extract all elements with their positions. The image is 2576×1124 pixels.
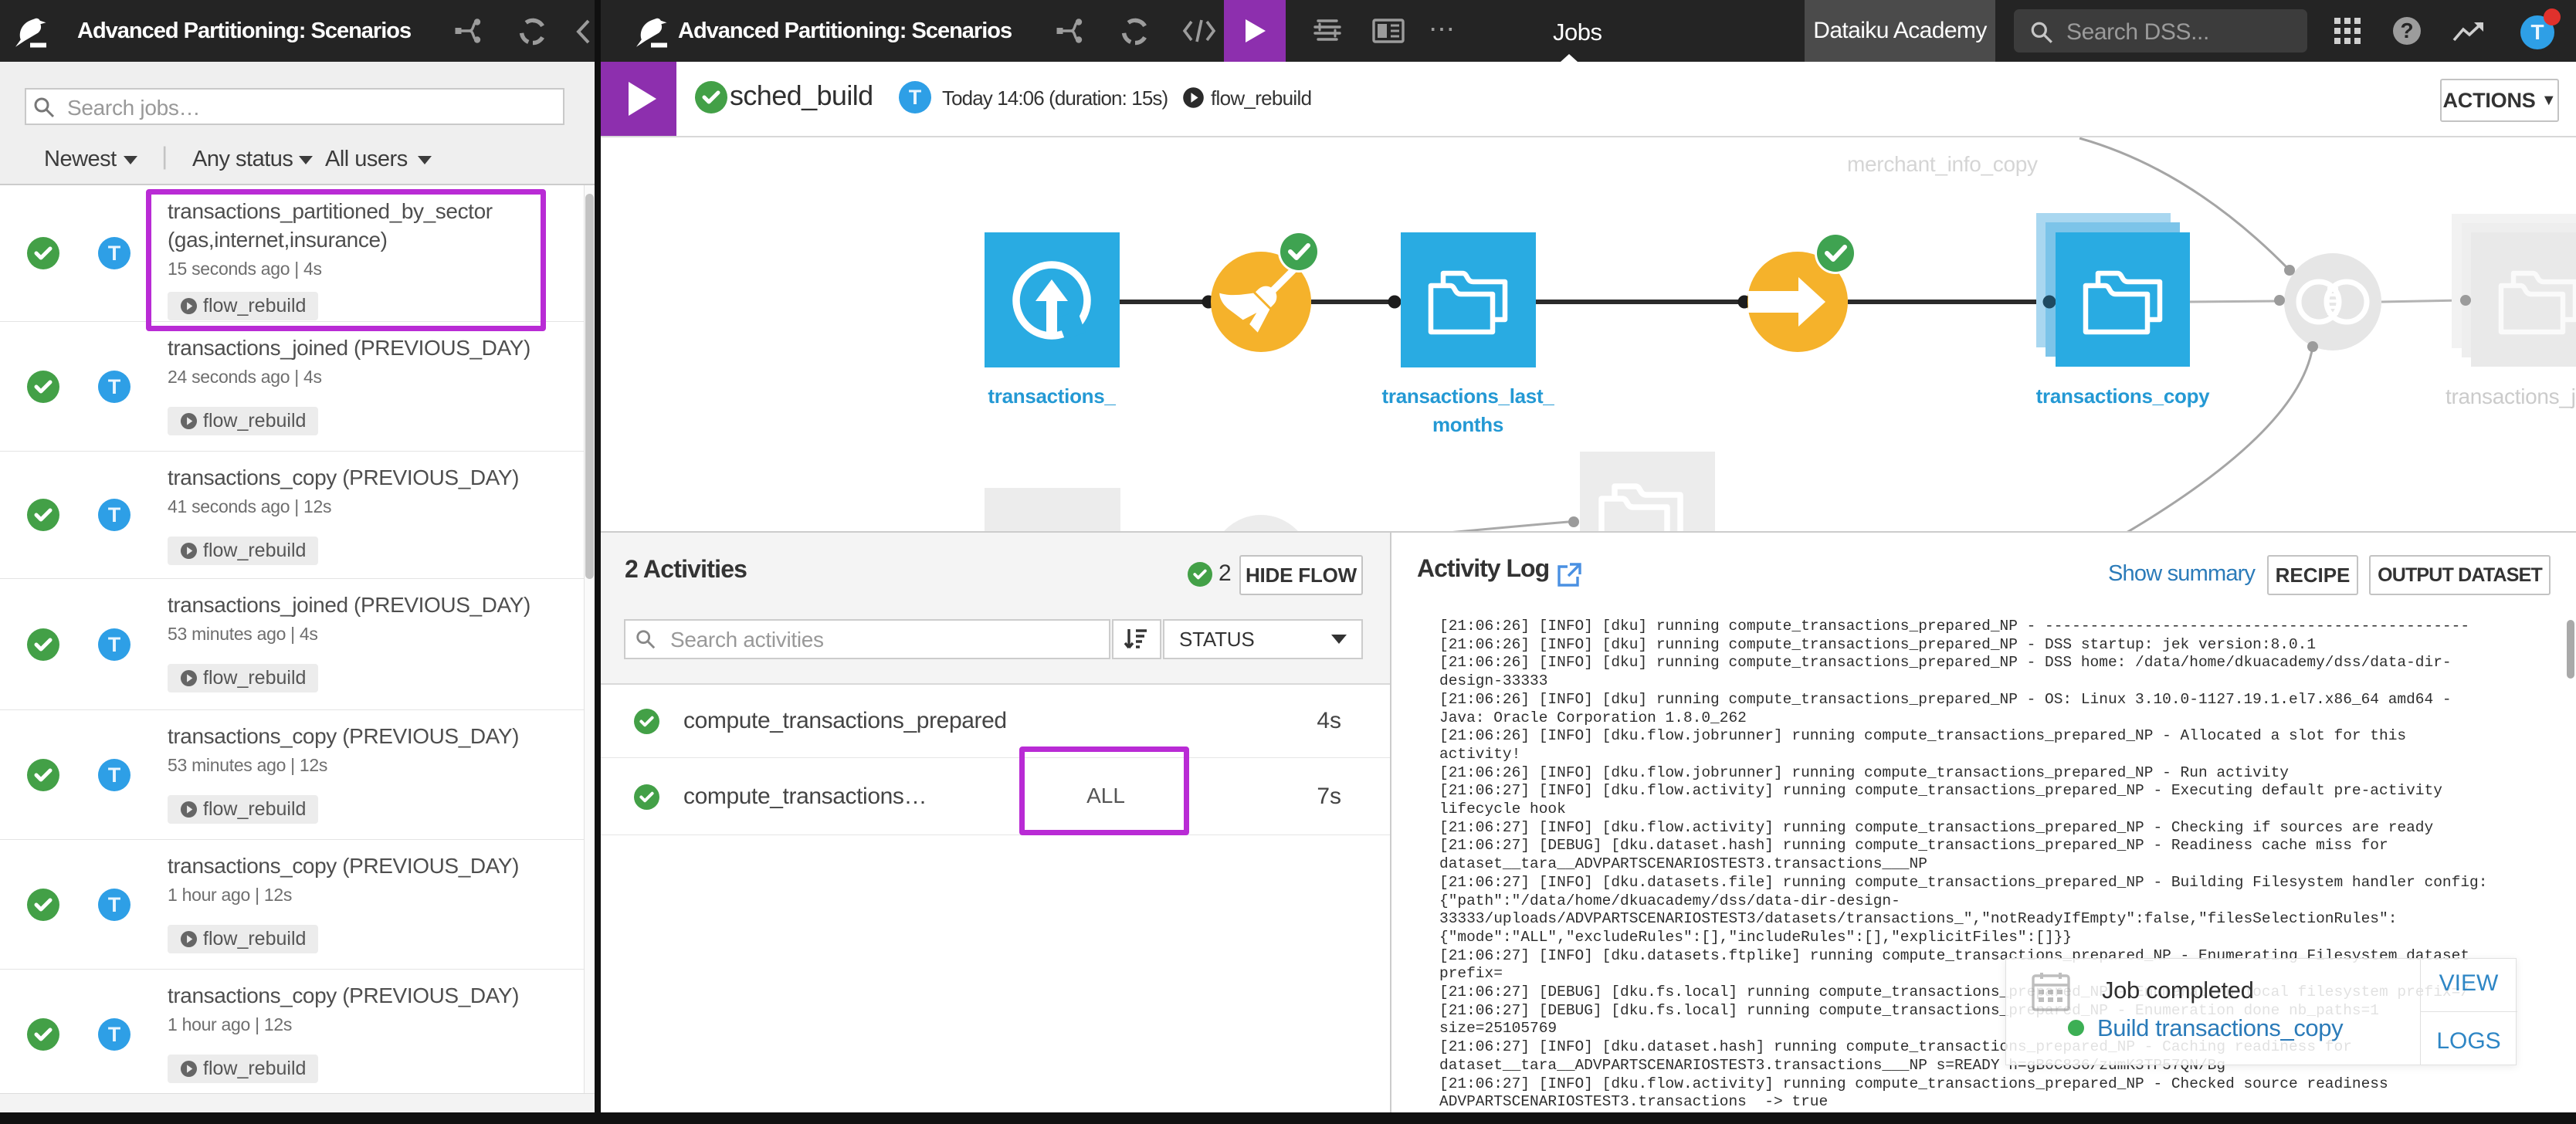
- svg-text:transactions_j: transactions_j: [2446, 384, 2576, 408]
- svg-text:transactions_last_: transactions_last_: [1382, 384, 1555, 408]
- svg-text:months: months: [1432, 413, 1503, 436]
- svg-text:transactions_: transactions_: [988, 384, 1116, 408]
- svg-text:transactions_copy: transactions_copy: [2036, 384, 2210, 408]
- svg-text:merchant_info_copy: merchant_info_copy: [1847, 152, 2038, 176]
